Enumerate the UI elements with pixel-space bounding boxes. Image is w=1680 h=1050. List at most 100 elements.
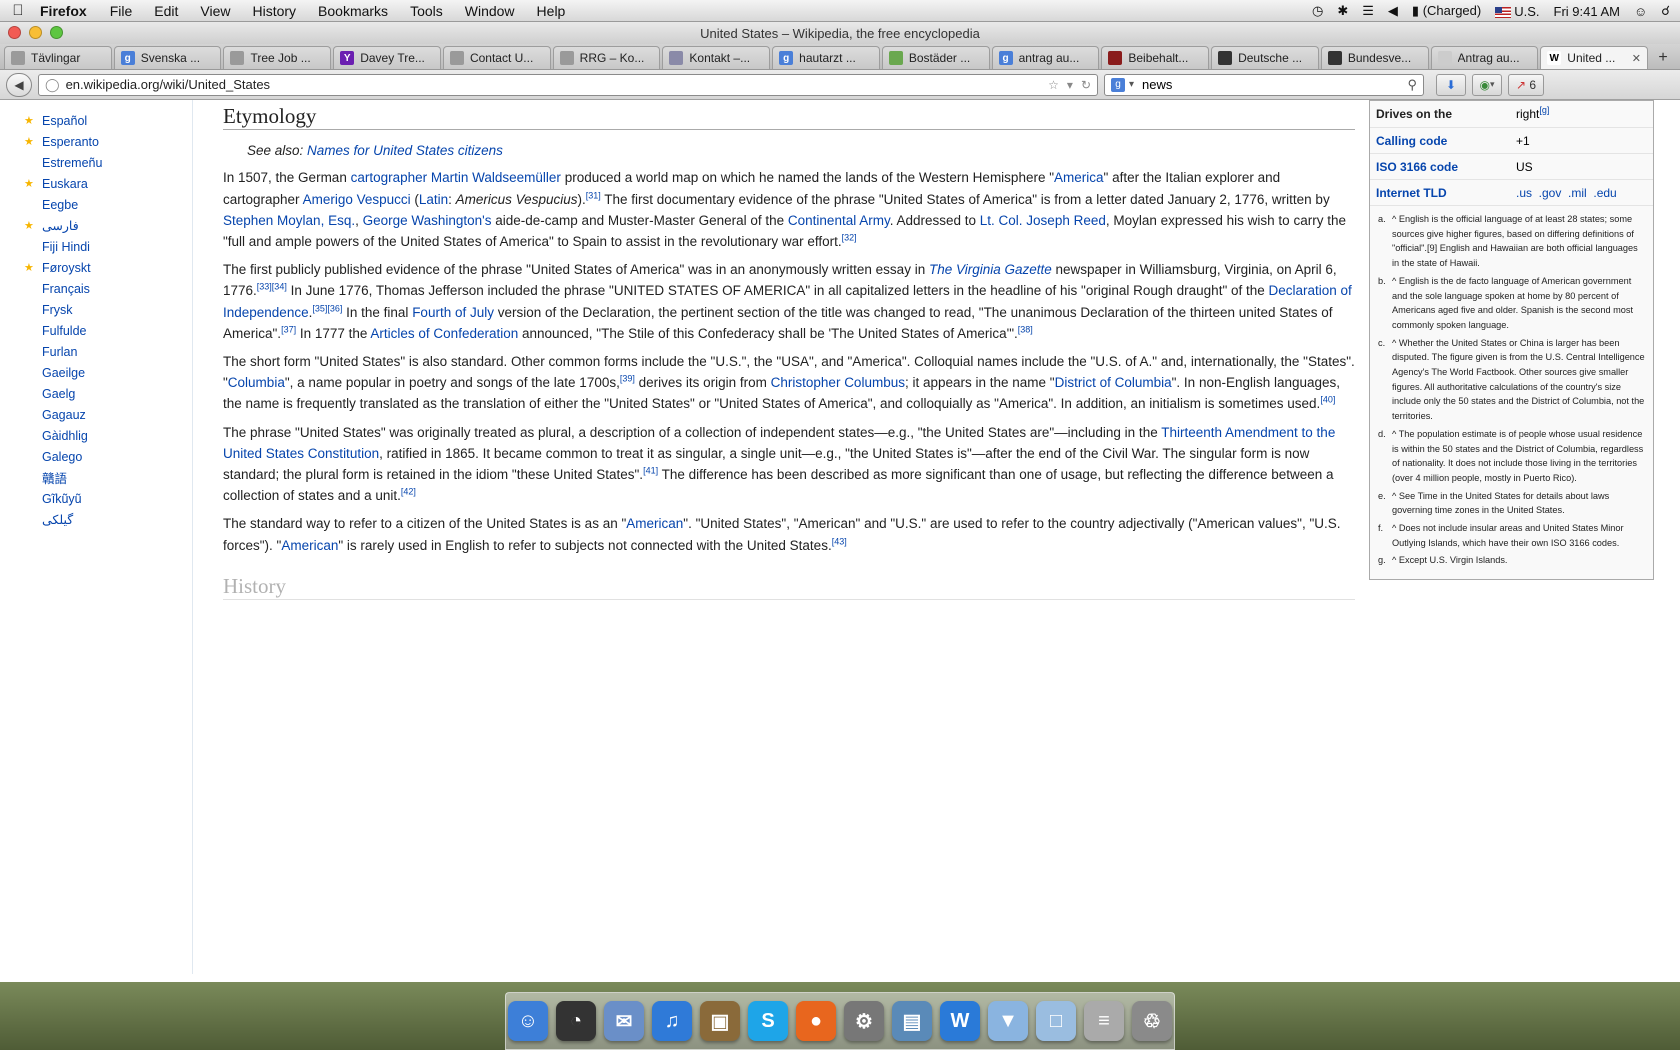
word-icon[interactable]: W [940,1001,980,1041]
link-washington[interactable]: George Washington's [363,213,492,228]
preview-icon[interactable]: ▤ [892,1001,932,1041]
tab-14[interactable]: Antrag au... [1430,46,1539,69]
language-link[interactable]: Frysk [0,299,192,320]
language-link[interactable]: ★ فارسی [0,215,192,236]
site-identity-icon[interactable]: ◯ [45,77,60,93]
language-link[interactable]: Fulfulde [0,320,192,341]
link-columbia[interactable]: Columbia [228,375,285,390]
bookmark-star-icon[interactable]: ☆ [1048,78,1059,92]
downloads-button[interactable]: ⬇ [1436,73,1466,96]
search-icon[interactable]: ⚲ [1407,77,1417,93]
close-tab-icon[interactable]: ✕ [1632,52,1641,65]
stack-icon[interactable]: ≡ [1084,1001,1124,1041]
language-link[interactable]: گیلکی [0,509,192,530]
link-america[interactable]: America [1054,170,1104,185]
language-link[interactable]: Gaelg [0,383,192,404]
infobox-key[interactable]: Calling code [1370,134,1516,148]
tab-9[interactable]: Bostäder ... [881,46,990,69]
battery-status[interactable]: ▮ (Charged) [1412,3,1481,19]
minimize-window-button[interactable] [29,26,42,39]
itunes-icon[interactable]: ♫ [652,1001,692,1041]
link-fourth-of-july[interactable]: Fourth of July [412,305,494,320]
tab-1[interactable]: Tävlingar [4,46,112,69]
reload-icon[interactable]: ↻ [1081,78,1091,92]
menu-tools[interactable]: Tools [399,3,454,19]
bluetooth-icon[interactable]: ✱ [1337,3,1348,19]
citation[interactable]: [33][34] [257,282,287,292]
user-icon[interactable]: ☺ [1634,4,1647,19]
stats-button[interactable]: ↗ 6 [1508,73,1544,96]
language-link[interactable]: Estremeñu [0,152,192,173]
link-cartographer[interactable]: cartographer [351,170,428,185]
tab-5[interactable]: Contact U... [442,46,551,69]
input-source-menu[interactable]: U.S. [1495,4,1540,19]
citation[interactable]: [41] [643,466,658,476]
language-link[interactable]: Galego [0,446,192,467]
back-button[interactable]: ◀ [6,72,32,97]
menu-edit[interactable]: Edit [143,3,189,19]
link-joseph-reed[interactable]: Lt. Col. Joseph Reed [980,213,1106,228]
clock[interactable]: Fri 9:41 AM [1554,4,1620,19]
menu-window[interactable]: Window [454,3,526,19]
language-link[interactable]: Furlan [0,341,192,362]
link-american-2[interactable]: American [281,538,338,553]
link-latin[interactable]: Latin [419,192,448,207]
see-also-link[interactable]: Names for United States citizens [307,143,503,158]
close-window-button[interactable] [8,26,21,39]
spotlight-icon[interactable]: ☌ [1661,3,1670,19]
language-link[interactable]: Fiji Hindi [0,236,192,257]
firefox-icon[interactable]: ● [796,1001,836,1041]
tab-11[interactable]: Beibehalt... [1101,46,1210,69]
link-articles-confederation[interactable]: Articles of Confederation [370,326,518,341]
link-continental-army[interactable]: Continental Army [788,213,890,228]
infobox-key[interactable]: Internet TLD [1370,186,1516,200]
tab-10[interactable]: g antrag au... [991,46,1100,69]
menu-file[interactable]: File [99,3,144,19]
tab-3[interactable]: Tree Job ... [223,46,332,69]
tab-15[interactable]: W United ... ✕ [1540,46,1649,69]
downloads-folder-icon[interactable]: ▼ [988,1001,1028,1041]
tab-2[interactable]: g Svenska ... [113,46,222,69]
language-link[interactable]: ★ Euskara [0,173,192,194]
citation[interactable]: [g] [1539,105,1549,115]
menu-bookmarks[interactable]: Bookmarks [307,3,399,19]
time-machine-icon[interactable]: ◷ [1312,3,1323,19]
menu-history[interactable]: History [241,3,307,19]
citation[interactable]: [39] [620,374,635,384]
search-bar[interactable]: g ▾ news ⚲ [1104,73,1424,96]
finder-icon[interactable]: ☺ [508,1001,548,1041]
language-link[interactable]: ★ Esperanto [0,131,192,152]
wifi-icon[interactable]: ☰ [1362,3,1374,19]
language-link[interactable]: Gagauz [0,404,192,425]
citation[interactable]: [38] [1018,324,1033,334]
language-link[interactable]: ★ Español [0,110,192,131]
iphoto-icon[interactable]: ▣ [700,1001,740,1041]
citation[interactable]: [31] [586,190,601,200]
documents-folder-icon[interactable]: □ [1036,1001,1076,1041]
tab-7[interactable]: Kontakt –... [662,46,771,69]
google-engine-icon[interactable]: g [1111,77,1125,92]
menu-help[interactable]: Help [526,3,577,19]
language-link[interactable]: ★ Føroyskt [0,257,192,278]
search-input[interactable]: news [1142,77,1407,92]
zoom-window-button[interactable] [50,26,63,39]
menu-view[interactable]: View [189,3,241,19]
trash-icon[interactable]: ♲ [1132,1001,1172,1041]
link-virginia-gazette[interactable]: The Virginia Gazette [929,262,1052,277]
language-link[interactable]: Français [0,278,192,299]
tab-12[interactable]: Deutsche ... [1211,46,1319,69]
new-tab-button[interactable]: + [1650,47,1676,69]
history-dropdown-icon[interactable]: ▾ [1067,78,1073,92]
infobox-value[interactable]: .us .gov .mil .edu [1516,186,1653,200]
apple-menu-icon[interactable]:  [0,2,36,19]
mail-icon[interactable]: ✉ [604,1001,644,1041]
link-columbus[interactable]: Christopher Columbus [771,375,905,390]
citation[interactable]: [40] [1320,395,1335,405]
language-link[interactable]: Gaeilge [0,362,192,383]
volume-icon[interactable]: ◀ [1388,3,1398,19]
citation[interactable]: [37] [281,324,296,334]
link-vespucci[interactable]: Amerigo Vespucci [303,192,411,207]
language-link[interactable]: Gĩkũyũ [0,488,192,509]
tab-8[interactable]: g hautarzt ... [772,46,880,69]
tab-13[interactable]: Bundesve... [1320,46,1429,69]
